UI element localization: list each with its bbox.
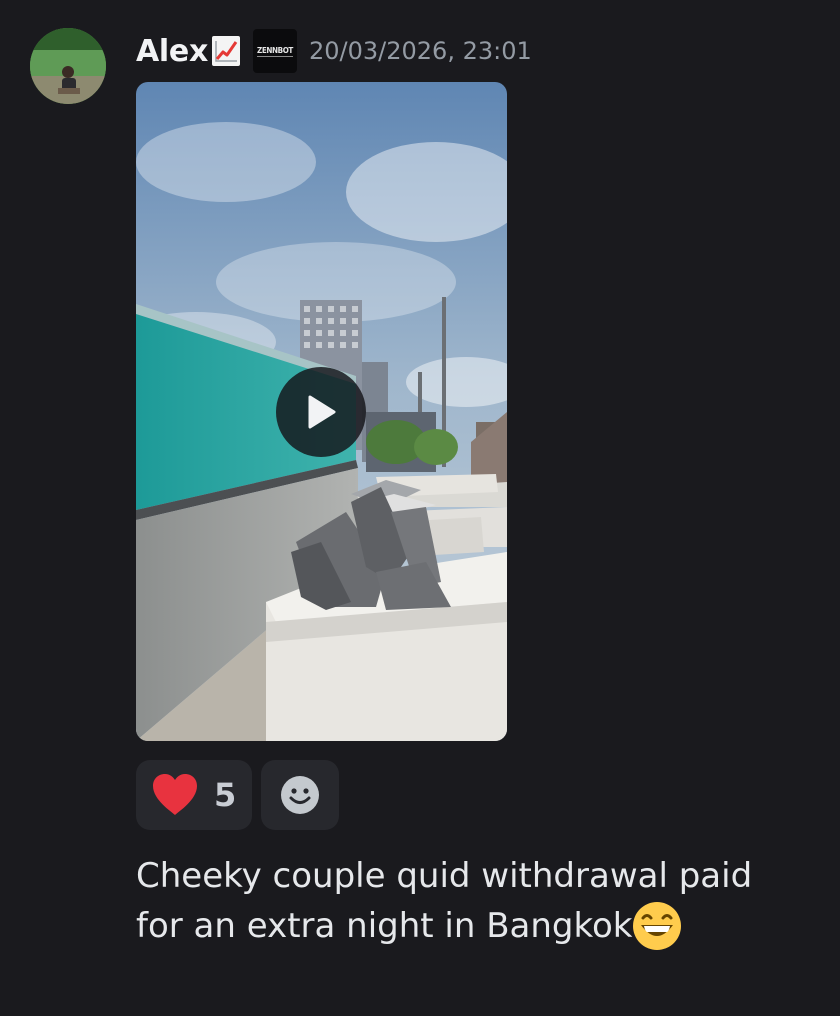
reaction-count: 5	[214, 776, 237, 814]
message-header: Alex ZENNBOT 20/03/2026, 23:01	[136, 27, 532, 75]
server-tag-badge[interactable]: ZENNBOT	[253, 29, 297, 73]
avatar[interactable]	[30, 28, 106, 104]
server-tag-label: ZENNBOT	[257, 45, 293, 57]
chart-increasing-emoji-icon	[211, 35, 241, 67]
message-content: Cheeky couple quid withdrawal paid for a…	[136, 851, 776, 951]
chat-message: Alex ZENNBOT 20/03/2026, 23:01 5 Cheeky …	[0, 0, 840, 1016]
play-button[interactable]	[276, 367, 366, 457]
add-reaction-icon	[281, 776, 319, 814]
add-reaction-button[interactable]	[261, 760, 339, 830]
timestamp[interactable]: 20/03/2026, 23:01	[309, 37, 532, 65]
heart-reaction[interactable]: 5	[136, 760, 252, 830]
grinning-face-emoji-icon	[632, 901, 682, 951]
reactions-bar: 5	[136, 760, 339, 830]
username[interactable]: Alex	[136, 34, 208, 69]
heart-icon	[153, 774, 197, 815]
play-icon	[308, 395, 336, 429]
video-attachment[interactable]	[136, 82, 507, 741]
